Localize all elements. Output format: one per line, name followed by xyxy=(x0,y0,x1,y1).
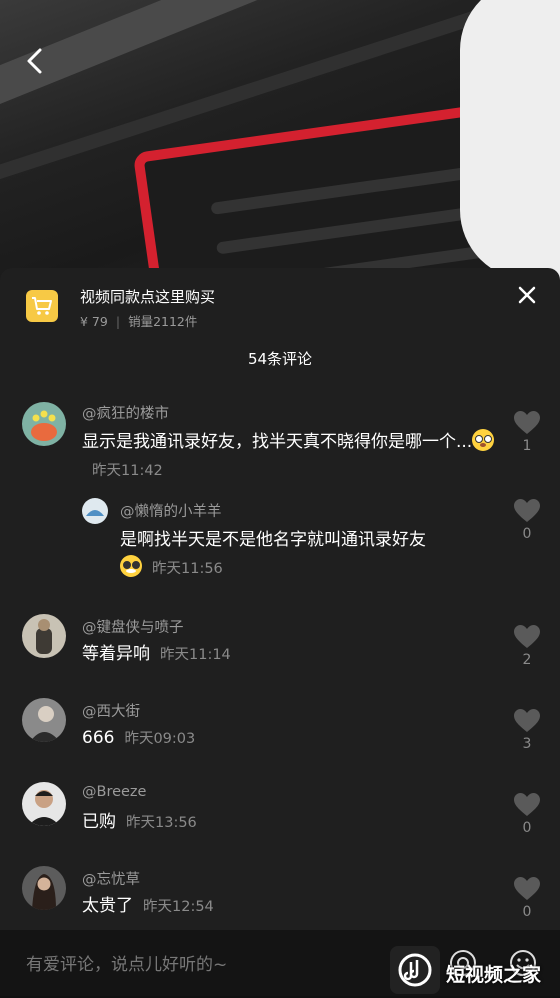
avatar[interactable] xyxy=(82,498,108,524)
comment-item: @键盘侠与喷子 等着异响 昨天11:14 2 xyxy=(0,614,560,684)
comment-time: 昨天12:54 xyxy=(143,899,214,915)
like-button[interactable]: 1 xyxy=(510,410,544,454)
shop-price: ¥ 79 xyxy=(80,314,108,329)
like-count: 1 xyxy=(522,438,532,454)
like-button[interactable]: 3 xyxy=(510,708,544,752)
avatar[interactable] xyxy=(22,782,66,826)
avatar[interactable] xyxy=(22,698,66,742)
comment-body: 已购 xyxy=(82,812,116,832)
avatar[interactable] xyxy=(22,614,66,658)
video-preview xyxy=(0,0,560,290)
comment-body: 666 xyxy=(82,728,115,748)
comment-author[interactable]: @懒惰的小羊羊 xyxy=(120,500,222,521)
shop-title[interactable]: 视频同款点这里购买 xyxy=(80,286,215,307)
shop-banner[interactable]: 视频同款点这里购买 ¥ 79 | 销量2112件 xyxy=(0,268,560,334)
comment-body: 是啊找半天是不是他名字就叫通讯录好友 xyxy=(120,530,426,550)
comment-time: 昨天13:56 xyxy=(126,815,197,831)
watermark-text: 短视频之家 xyxy=(446,964,542,986)
back-button[interactable] xyxy=(20,44,50,78)
comment-text: 显示是我通讯录好友，找半天真不晓得你是哪一个... 昨天11:42 xyxy=(82,428,497,485)
comment-body: 等着异响 xyxy=(82,644,150,664)
comment-time: 昨天11:56 xyxy=(152,561,223,577)
comment-item: @Breeze 已购 昨天13:56 0 xyxy=(0,782,560,852)
comment-time: 昨天11:42 xyxy=(92,463,163,479)
close-button[interactable] xyxy=(516,284,538,306)
comment-item: @忘忧草 太贵了 昨天12:54 0 xyxy=(0,866,560,930)
like-count: 0 xyxy=(522,904,532,920)
comment-author[interactable]: @西大街 xyxy=(82,700,140,721)
comment-body: 太贵了 xyxy=(82,896,133,916)
comment-text: 是啊找半天是不是他名字就叫通讯录好友昨天11:56 xyxy=(120,526,500,583)
like-button[interactable]: 0 xyxy=(510,792,544,836)
comment-author[interactable]: @Breeze xyxy=(82,784,146,800)
avatar[interactable] xyxy=(22,866,66,910)
back-chevron-icon xyxy=(27,48,42,74)
surprised-emoji-icon xyxy=(472,429,495,451)
avatar[interactable] xyxy=(22,402,66,446)
heart-icon xyxy=(514,709,540,732)
close-icon xyxy=(518,286,536,304)
like-button[interactable]: 2 xyxy=(510,624,544,668)
like-count: 3 xyxy=(522,736,532,752)
cart-icon xyxy=(26,290,58,322)
heart-icon xyxy=(514,625,540,648)
comment-text: 太贵了 昨天12:54 xyxy=(82,892,497,921)
comment-text: 已购 昨天13:56 xyxy=(82,808,497,837)
heart-icon xyxy=(514,411,540,434)
comment-author[interactable]: @疯狂的楼市 xyxy=(82,402,169,423)
shop-meta: ¥ 79 | 销量2112件 xyxy=(80,314,198,329)
like-button[interactable]: 0 xyxy=(510,876,544,920)
heart-icon xyxy=(514,877,540,900)
comment-body: 显示是我通讯录好友，找半天真不晓得你是哪一个... xyxy=(82,432,473,452)
comment-text: 666 昨天09:03 xyxy=(82,724,497,753)
comment-reply: @懒惰的小羊羊 是啊找半天是不是他名字就叫通讯录好友昨天11:56 0 xyxy=(0,496,560,586)
comment-sheet: 视频同款点这里购买 ¥ 79 | 销量2112件 54条评论 @疯狂的楼市 显示是我… xyxy=(0,268,560,930)
comment-time: 昨天09:03 xyxy=(124,731,196,747)
comment-input[interactable]: 有爱评论，说点儿好听的~ xyxy=(26,950,227,975)
heart-icon xyxy=(514,793,540,816)
grin-emoji-icon xyxy=(120,555,142,577)
like-count: 0 xyxy=(522,820,532,836)
comment-item: @疯狂的楼市 显示是我通讯录好友，找半天真不晓得你是哪一个... 昨天11:42 … xyxy=(0,398,560,488)
like-count: 0 xyxy=(522,526,532,542)
like-button[interactable]: 0 xyxy=(510,498,544,542)
heart-icon xyxy=(514,499,540,522)
comment-count: 54条评论 xyxy=(247,350,313,368)
like-count: 2 xyxy=(522,652,532,668)
comment-time: 昨天11:14 xyxy=(160,647,231,663)
comment-item: @西大街 666 昨天09:03 3 xyxy=(0,698,560,768)
comment-text: 等着异响 昨天11:14 xyxy=(82,640,497,669)
comment-author[interactable]: @忘忧草 xyxy=(82,868,140,889)
comment-author[interactable]: @键盘侠与喷子 xyxy=(82,616,184,637)
watermark-logo-icon xyxy=(390,946,440,994)
shop-sales: 销量2112件 xyxy=(128,314,198,329)
